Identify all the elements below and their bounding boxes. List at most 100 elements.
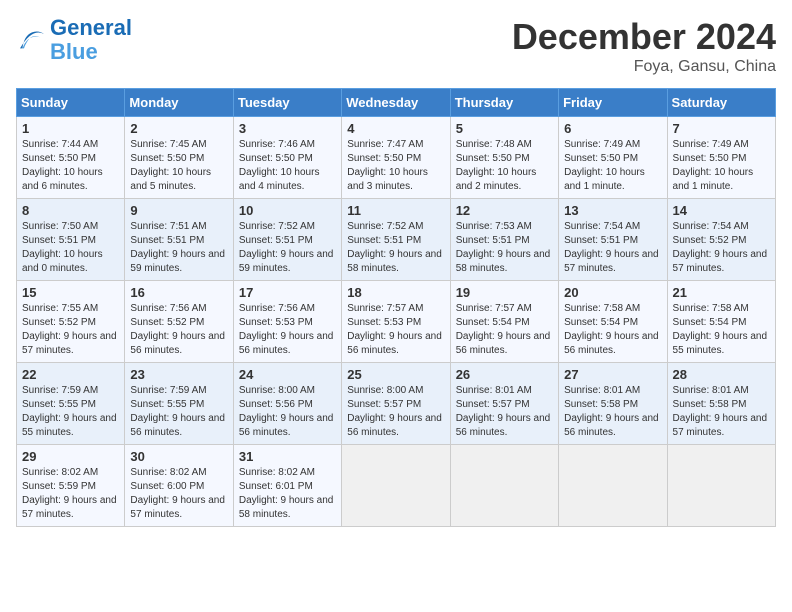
day-number: 31: [239, 449, 336, 464]
calendar-cell: 17 Sunrise: 7:56 AMSunset: 5:53 PMDayligh…: [233, 281, 341, 363]
day-info: Sunrise: 7:51 AMSunset: 5:51 PMDaylight:…: [130, 220, 227, 276]
day-number: 10: [239, 203, 336, 218]
calendar-cell: [667, 445, 775, 527]
calendar-cell: 8 Sunrise: 7:50 AMSunset: 5:51 PMDaylight…: [17, 199, 125, 281]
calendar-cell: 7 Sunrise: 7:49 AMSunset: 5:50 PMDaylight…: [667, 117, 775, 199]
calendar-week-row: 22 Sunrise: 7:59 AMSunset: 5:55 PMDayligh…: [17, 363, 776, 445]
day-info: Sunrise: 7:58 AMSunset: 5:54 PMDaylight:…: [564, 302, 661, 358]
day-info: Sunrise: 7:49 AMSunset: 5:50 PMDaylight:…: [564, 138, 661, 194]
day-number: 24: [239, 367, 336, 382]
calendar-cell: 12Sunrise: 7:53 AMSunset: 5:51 PMDayligh…: [450, 199, 558, 281]
day-info: Sunrise: 7:59 AMSunset: 5:55 PMDaylight:…: [130, 384, 227, 440]
weekday-header-monday: Monday: [125, 89, 233, 117]
day-number: 21: [673, 285, 770, 300]
calendar-cell: 14 Sunrise: 7:54 AMSunset: 5:52 PMDayligh…: [667, 199, 775, 281]
day-info: Sunrise: 8:01 AMSunset: 5:58 PMDaylight:…: [673, 384, 770, 440]
page-header: GeneralBlue December 2024 Foya, Gansu, C…: [16, 16, 776, 76]
day-number: 22: [22, 367, 119, 382]
day-info: Sunrise: 7:50 AMSunset: 5:51 PMDaylight:…: [22, 220, 119, 276]
day-info: Sunrise: 7:45 AMSunset: 5:50 PMDaylight:…: [130, 138, 227, 194]
day-info: Sunrise: 7:54 AMSunset: 5:51 PMDaylight:…: [564, 220, 661, 276]
day-number: 4: [347, 121, 444, 136]
day-info: Sunrise: 8:00 AMSunset: 5:57 PMDaylight:…: [347, 384, 444, 440]
calendar-cell: 5Sunrise: 7:48 AMSunset: 5:50 PMDaylight…: [450, 117, 558, 199]
calendar-cell: 27 Sunrise: 8:01 AMSunset: 5:58 PMDayligh…: [559, 363, 667, 445]
day-number: 26: [456, 367, 553, 382]
day-info: Sunrise: 7:46 AMSunset: 5:50 PMDaylight:…: [239, 138, 336, 194]
day-info: Sunrise: 7:52 AMSunset: 5:51 PMDaylight:…: [347, 220, 444, 276]
calendar-cell: 13 Sunrise: 7:54 AMSunset: 5:51 PMDayligh…: [559, 199, 667, 281]
day-info: Sunrise: 7:47 AMSunset: 5:50 PMDaylight:…: [347, 138, 444, 194]
calendar-week-row: 8 Sunrise: 7:50 AMSunset: 5:51 PMDaylight…: [17, 199, 776, 281]
day-info: Sunrise: 8:02 AMSunset: 6:00 PMDaylight:…: [130, 466, 227, 522]
day-number: 13: [564, 203, 661, 218]
logo-text: GeneralBlue: [50, 16, 132, 64]
day-info: Sunrise: 8:01 AMSunset: 5:58 PMDaylight:…: [564, 384, 661, 440]
calendar-cell: 18Sunrise: 7:57 AMSunset: 5:53 PMDayligh…: [342, 281, 450, 363]
day-number: 29: [22, 449, 119, 464]
weekday-header-wednesday: Wednesday: [342, 89, 450, 117]
day-info: Sunrise: 8:00 AMSunset: 5:56 PMDaylight:…: [239, 384, 336, 440]
day-number: 8: [22, 203, 119, 218]
calendar-cell: 2 Sunrise: 7:45 AMSunset: 5:50 PMDaylight…: [125, 117, 233, 199]
calendar-cell: 24 Sunrise: 8:00 AMSunset: 5:56 PMDayligh…: [233, 363, 341, 445]
day-info: Sunrise: 7:58 AMSunset: 5:54 PMDaylight:…: [673, 302, 770, 358]
day-number: 14: [673, 203, 770, 218]
day-info: Sunrise: 8:02 AMSunset: 5:59 PMDaylight:…: [22, 466, 119, 522]
calendar-cell: 1Sunrise: 7:44 AMSunset: 5:50 PMDaylight…: [17, 117, 125, 199]
weekday-header-saturday: Saturday: [667, 89, 775, 117]
day-number: 7: [673, 121, 770, 136]
day-info: Sunrise: 7:49 AMSunset: 5:50 PMDaylight:…: [673, 138, 770, 194]
calendar-week-row: 1Sunrise: 7:44 AMSunset: 5:50 PMDaylight…: [17, 117, 776, 199]
day-number: 11: [347, 203, 444, 218]
day-number: 27: [564, 367, 661, 382]
calendar-cell: 22 Sunrise: 7:59 AMSunset: 5:55 PMDayligh…: [17, 363, 125, 445]
day-info: Sunrise: 7:56 AMSunset: 5:53 PMDaylight:…: [239, 302, 336, 358]
calendar-cell: 23 Sunrise: 7:59 AMSunset: 5:55 PMDayligh…: [125, 363, 233, 445]
day-info: Sunrise: 7:59 AMSunset: 5:55 PMDaylight:…: [22, 384, 119, 440]
day-info: Sunrise: 7:55 AMSunset: 5:52 PMDaylight:…: [22, 302, 119, 358]
calendar-cell: 28Sunrise: 8:01 AMSunset: 5:58 PMDayligh…: [667, 363, 775, 445]
calendar-cell: 20Sunrise: 7:58 AMSunset: 5:54 PMDayligh…: [559, 281, 667, 363]
day-info: Sunrise: 8:01 AMSunset: 5:57 PMDaylight:…: [456, 384, 553, 440]
calendar-cell: 31 Sunrise: 8:02 AMSunset: 6:01 PMDayligh…: [233, 445, 341, 527]
calendar-cell: 15Sunrise: 7:55 AMSunset: 5:52 PMDayligh…: [17, 281, 125, 363]
day-number: 16: [130, 285, 227, 300]
day-number: 19: [456, 285, 553, 300]
day-number: 17: [239, 285, 336, 300]
day-number: 12: [456, 203, 553, 218]
calendar-cell: 10 Sunrise: 7:52 AMSunset: 5:51 PMDayligh…: [233, 199, 341, 281]
logo-icon: [16, 26, 48, 54]
calendar-cell: 4 Sunrise: 7:47 AMSunset: 5:50 PMDaylight…: [342, 117, 450, 199]
calendar-cell: 3Sunrise: 7:46 AMSunset: 5:50 PMDaylight…: [233, 117, 341, 199]
day-info: Sunrise: 8:02 AMSunset: 6:01 PMDaylight:…: [239, 466, 336, 522]
title-block: December 2024 Foya, Gansu, China: [512, 16, 776, 76]
calendar-table: SundayMondayTuesdayWednesdayThursdayFrid…: [16, 88, 776, 527]
day-number: 23: [130, 367, 227, 382]
calendar-cell: [342, 445, 450, 527]
calendar-cell: 29 Sunrise: 8:02 AMSunset: 5:59 PMDayligh…: [17, 445, 125, 527]
calendar-cell: 6 Sunrise: 7:49 AMSunset: 5:50 PMDaylight…: [559, 117, 667, 199]
day-info: Sunrise: 7:44 AMSunset: 5:50 PMDaylight:…: [22, 138, 119, 194]
calendar-cell: 21 Sunrise: 7:58 AMSunset: 5:54 PMDayligh…: [667, 281, 775, 363]
day-info: Sunrise: 7:54 AMSunset: 5:52 PMDaylight:…: [673, 220, 770, 276]
calendar-week-row: 15Sunrise: 7:55 AMSunset: 5:52 PMDayligh…: [17, 281, 776, 363]
weekday-header-friday: Friday: [559, 89, 667, 117]
calendar-cell: [450, 445, 558, 527]
day-number: 18: [347, 285, 444, 300]
month-title: December 2024: [512, 16, 776, 58]
calendar-cell: 30 Sunrise: 8:02 AMSunset: 6:00 PMDayligh…: [125, 445, 233, 527]
weekday-header-sunday: Sunday: [17, 89, 125, 117]
weekday-header-row: SundayMondayTuesdayWednesdayThursdayFrid…: [17, 89, 776, 117]
day-info: Sunrise: 7:52 AMSunset: 5:51 PMDaylight:…: [239, 220, 336, 276]
day-info: Sunrise: 7:57 AMSunset: 5:54 PMDaylight:…: [456, 302, 553, 358]
calendar-cell: 11 Sunrise: 7:52 AMSunset: 5:51 PMDayligh…: [342, 199, 450, 281]
day-number: 30: [130, 449, 227, 464]
day-number: 6: [564, 121, 661, 136]
day-info: Sunrise: 7:56 AMSunset: 5:52 PMDaylight:…: [130, 302, 227, 358]
calendar-cell: 26 Sunrise: 8:01 AMSunset: 5:57 PMDayligh…: [450, 363, 558, 445]
day-number: 2: [130, 121, 227, 136]
day-number: 9: [130, 203, 227, 218]
calendar-cell: [559, 445, 667, 527]
calendar-cell: 16 Sunrise: 7:56 AMSunset: 5:52 PMDayligh…: [125, 281, 233, 363]
